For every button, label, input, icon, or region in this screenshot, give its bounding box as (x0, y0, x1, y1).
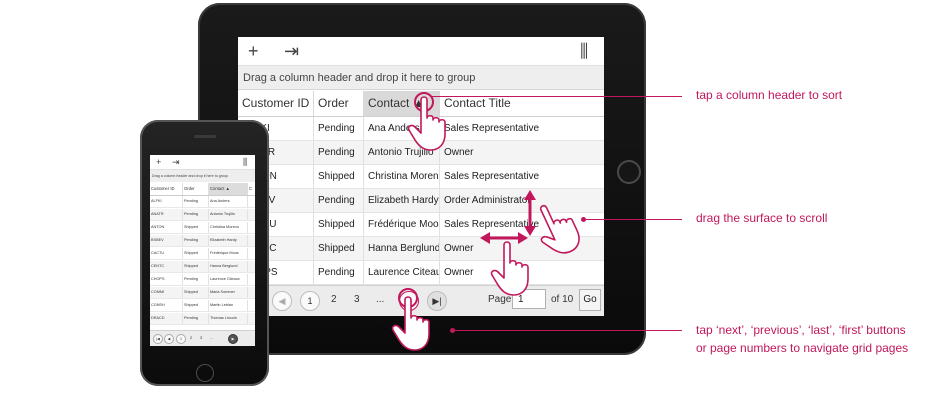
drag-scroll-gesture (480, 190, 585, 296)
tap-next-gesture (391, 288, 430, 351)
sort-callout: tap a column header to sort (696, 88, 843, 102)
navigate-callout-line2: or page numbers to navigate grid pages (696, 341, 909, 355)
hand-icon (407, 96, 446, 151)
sort-leader-line (432, 96, 682, 97)
hand-icon (490, 241, 529, 296)
scroll-leader-line (585, 219, 682, 220)
navigate-leader-line (454, 330, 682, 331)
navigate-leader-dot (450, 328, 455, 333)
scroll-callout: drag the surface to scroll (696, 211, 828, 225)
hand-icon (527, 196, 585, 262)
hand-icon (391, 296, 430, 351)
navigate-callout-line1: tap ‘next’, ‘previous’, ‘last’, ‘first’ … (696, 323, 906, 337)
scroll-leader-dot (581, 217, 586, 222)
tap-header-gesture (407, 92, 446, 151)
